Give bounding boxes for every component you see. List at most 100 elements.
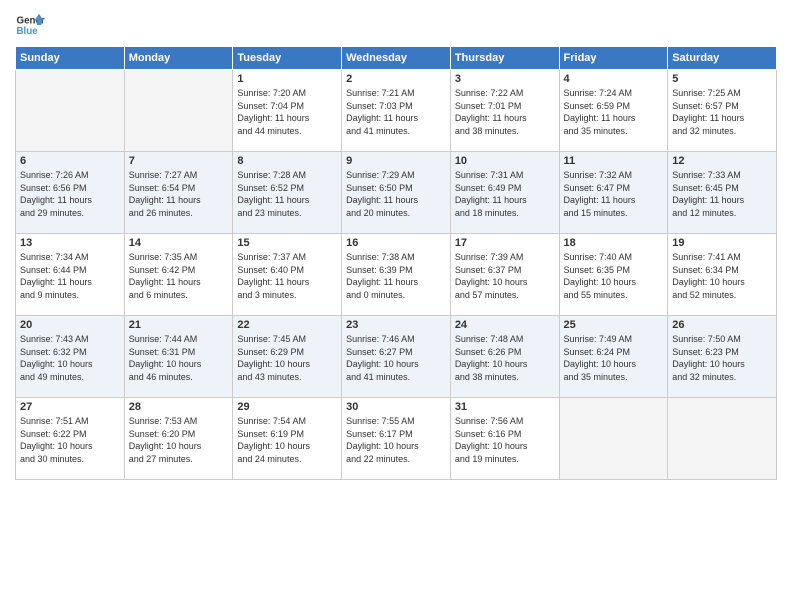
day-info: Sunrise: 7:53 AMSunset: 6:20 PMDaylight:… — [129, 415, 229, 465]
calendar-cell: 5 Sunrise: 7:25 AMSunset: 6:57 PMDaylight… — [668, 70, 777, 152]
day-info: Sunrise: 7:26 AMSunset: 6:56 PMDaylight:… — [20, 169, 120, 219]
day-info: Sunrise: 7:40 AMSunset: 6:35 PMDaylight:… — [564, 251, 664, 301]
calendar-cell: 27 Sunrise: 7:51 AMSunset: 6:22 PMDayligh… — [16, 398, 125, 480]
day-info: Sunrise: 7:38 AMSunset: 6:39 PMDaylight:… — [346, 251, 446, 301]
calendar-week-1: 1Sunrise: 7:20 AMSunset: 7:04 PMDaylight… — [16, 70, 777, 152]
calendar-cell — [559, 398, 668, 480]
calendar-cell: 12Sunrise: 7:33 AMSunset: 6:45 PMDayligh… — [668, 152, 777, 234]
day-info: Sunrise: 7:48 AMSunset: 6:26 PMDaylight:… — [455, 333, 555, 383]
day-number: 9 — [346, 155, 446, 167]
day-info: Sunrise: 7:50 AMSunset: 6:23 PMDaylight:… — [672, 333, 772, 383]
day-number: 18 — [564, 237, 664, 249]
calendar-cell: 7 Sunrise: 7:27 AMSunset: 6:54 PMDaylight… — [124, 152, 233, 234]
day-info: Sunrise: 7:25 AMSunset: 6:57 PMDaylight:… — [672, 87, 772, 137]
calendar-cell: 9 Sunrise: 7:29 AMSunset: 6:50 PMDaylight… — [342, 152, 451, 234]
calendar-week-3: 13 Sunrise: 7:34 AMSunset: 6:44 PMDayligh… — [16, 234, 777, 316]
calendar-cell: 30Sunrise: 7:55 AMSunset: 6:17 PMDayligh… — [342, 398, 451, 480]
day-number: 23 — [346, 319, 446, 331]
day-info: Sunrise: 7:51 AMSunset: 6:22 PMDaylight:… — [20, 415, 120, 465]
calendar-cell: 17 Sunrise: 7:39 AMSunset: 6:37 PMDayligh… — [450, 234, 559, 316]
day-number: 6 — [20, 155, 120, 167]
weekday-header-friday: Friday — [559, 47, 668, 70]
calendar-cell: 16 Sunrise: 7:38 AMSunset: 6:39 PMDayligh… — [342, 234, 451, 316]
calendar-cell: 20 Sunrise: 7:43 AMSunset: 6:32 PMDayligh… — [16, 316, 125, 398]
weekday-header-sunday: Sunday — [16, 47, 125, 70]
day-info: Sunrise: 7:35 AMSunset: 6:42 PMDaylight:… — [129, 251, 229, 301]
calendar-cell: 18 Sunrise: 7:40 AMSunset: 6:35 PMDayligh… — [559, 234, 668, 316]
calendar-cell: 8 Sunrise: 7:28 AMSunset: 6:52 PMDaylight… — [233, 152, 342, 234]
calendar-table: SundayMondayTuesdayWednesdayThursdayFrid… — [15, 46, 777, 480]
day-number: 22 — [237, 319, 337, 331]
day-info: Sunrise: 7:56 AMSunset: 6:16 PMDaylight:… — [455, 415, 555, 465]
day-number: 13 — [20, 237, 120, 249]
calendar-cell — [16, 70, 125, 152]
day-info: Sunrise: 7:45 AMSunset: 6:29 PMDaylight:… — [237, 333, 337, 383]
calendar-week-5: 27 Sunrise: 7:51 AMSunset: 6:22 PMDayligh… — [16, 398, 777, 480]
day-number: 17 — [455, 237, 555, 249]
day-number: 14 — [129, 237, 229, 249]
calendar-cell: 11Sunrise: 7:32 AMSunset: 6:47 PMDayligh… — [559, 152, 668, 234]
day-number: 26 — [672, 319, 772, 331]
day-info: Sunrise: 7:49 AMSunset: 6:24 PMDaylight:… — [564, 333, 664, 383]
day-info: Sunrise: 7:33 AMSunset: 6:45 PMDaylight:… — [672, 169, 772, 219]
day-info: Sunrise: 7:32 AMSunset: 6:47 PMDaylight:… — [564, 169, 664, 219]
logo: General Blue — [15, 10, 45, 40]
day-info: Sunrise: 7:31 AMSunset: 6:49 PMDaylight:… — [455, 169, 555, 219]
calendar-cell: 13 Sunrise: 7:34 AMSunset: 6:44 PMDayligh… — [16, 234, 125, 316]
svg-text:Blue: Blue — [17, 26, 39, 37]
calendar-cell: 24 Sunrise: 7:48 AMSunset: 6:26 PMDayligh… — [450, 316, 559, 398]
calendar-cell: 4 Sunrise: 7:24 AMSunset: 6:59 PMDaylight… — [559, 70, 668, 152]
day-info: Sunrise: 7:21 AMSunset: 7:03 PMDaylight:… — [346, 87, 446, 137]
calendar-week-4: 20 Sunrise: 7:43 AMSunset: 6:32 PMDayligh… — [16, 316, 777, 398]
weekday-header-tuesday: Tuesday — [233, 47, 342, 70]
day-number: 16 — [346, 237, 446, 249]
day-info: Sunrise: 7:22 AMSunset: 7:01 PMDaylight:… — [455, 87, 555, 137]
calendar-cell: 23Sunrise: 7:46 AMSunset: 6:27 PMDayligh… — [342, 316, 451, 398]
day-number: 4 — [564, 73, 664, 85]
day-number: 21 — [129, 319, 229, 331]
day-number: 5 — [672, 73, 772, 85]
day-number: 2 — [346, 73, 446, 85]
calendar-cell: 28Sunrise: 7:53 AMSunset: 6:20 PMDayligh… — [124, 398, 233, 480]
day-info: Sunrise: 7:43 AMSunset: 6:32 PMDaylight:… — [20, 333, 120, 383]
day-number: 24 — [455, 319, 555, 331]
calendar-cell: 14 Sunrise: 7:35 AMSunset: 6:42 PMDayligh… — [124, 234, 233, 316]
weekday-header-thursday: Thursday — [450, 47, 559, 70]
day-info: Sunrise: 7:55 AMSunset: 6:17 PMDaylight:… — [346, 415, 446, 465]
header: General Blue — [15, 10, 777, 40]
main-container: General Blue SundayMondayTuesdayWednesda… — [0, 0, 792, 490]
day-number: 27 — [20, 401, 120, 413]
day-number: 8 — [237, 155, 337, 167]
day-number: 29 — [237, 401, 337, 413]
day-number: 31 — [455, 401, 555, 413]
calendar-cell — [124, 70, 233, 152]
day-info: Sunrise: 7:24 AMSunset: 6:59 PMDaylight:… — [564, 87, 664, 137]
weekday-header-saturday: Saturday — [668, 47, 777, 70]
weekday-header-monday: Monday — [124, 47, 233, 70]
day-number: 15 — [237, 237, 337, 249]
calendar-cell: 22 Sunrise: 7:45 AMSunset: 6:29 PMDayligh… — [233, 316, 342, 398]
day-info: Sunrise: 7:41 AMSunset: 6:34 PMDaylight:… — [672, 251, 772, 301]
logo-icon: General Blue — [15, 10, 45, 40]
calendar-cell: 1Sunrise: 7:20 AMSunset: 7:04 PMDaylight… — [233, 70, 342, 152]
day-info: Sunrise: 7:27 AMSunset: 6:54 PMDaylight:… — [129, 169, 229, 219]
day-number: 1 — [237, 73, 337, 85]
calendar-week-2: 6 Sunrise: 7:26 AMSunset: 6:56 PMDaylight… — [16, 152, 777, 234]
day-info: Sunrise: 7:44 AMSunset: 6:31 PMDaylight:… — [129, 333, 229, 383]
calendar-cell: 15Sunrise: 7:37 AMSunset: 6:40 PMDayligh… — [233, 234, 342, 316]
calendar-cell: 31 Sunrise: 7:56 AMSunset: 6:16 PMDayligh… — [450, 398, 559, 480]
weekday-header-row: SundayMondayTuesdayWednesdayThursdayFrid… — [16, 47, 777, 70]
day-number: 3 — [455, 73, 555, 85]
day-info: Sunrise: 7:34 AMSunset: 6:44 PMDaylight:… — [20, 251, 120, 301]
day-info: Sunrise: 7:28 AMSunset: 6:52 PMDaylight:… — [237, 169, 337, 219]
calendar-cell: 21 Sunrise: 7:44 AMSunset: 6:31 PMDayligh… — [124, 316, 233, 398]
calendar-cell: 29Sunrise: 7:54 AMSunset: 6:19 PMDayligh… — [233, 398, 342, 480]
calendar-cell: 6 Sunrise: 7:26 AMSunset: 6:56 PMDaylight… — [16, 152, 125, 234]
day-info: Sunrise: 7:39 AMSunset: 6:37 PMDaylight:… — [455, 251, 555, 301]
calendar-cell: 2 Sunrise: 7:21 AMSunset: 7:03 PMDaylight… — [342, 70, 451, 152]
calendar-cell: 26 Sunrise: 7:50 AMSunset: 6:23 PMDayligh… — [668, 316, 777, 398]
day-number: 20 — [20, 319, 120, 331]
day-info: Sunrise: 7:29 AMSunset: 6:50 PMDaylight:… — [346, 169, 446, 219]
day-number: 7 — [129, 155, 229, 167]
day-number: 10 — [455, 155, 555, 167]
